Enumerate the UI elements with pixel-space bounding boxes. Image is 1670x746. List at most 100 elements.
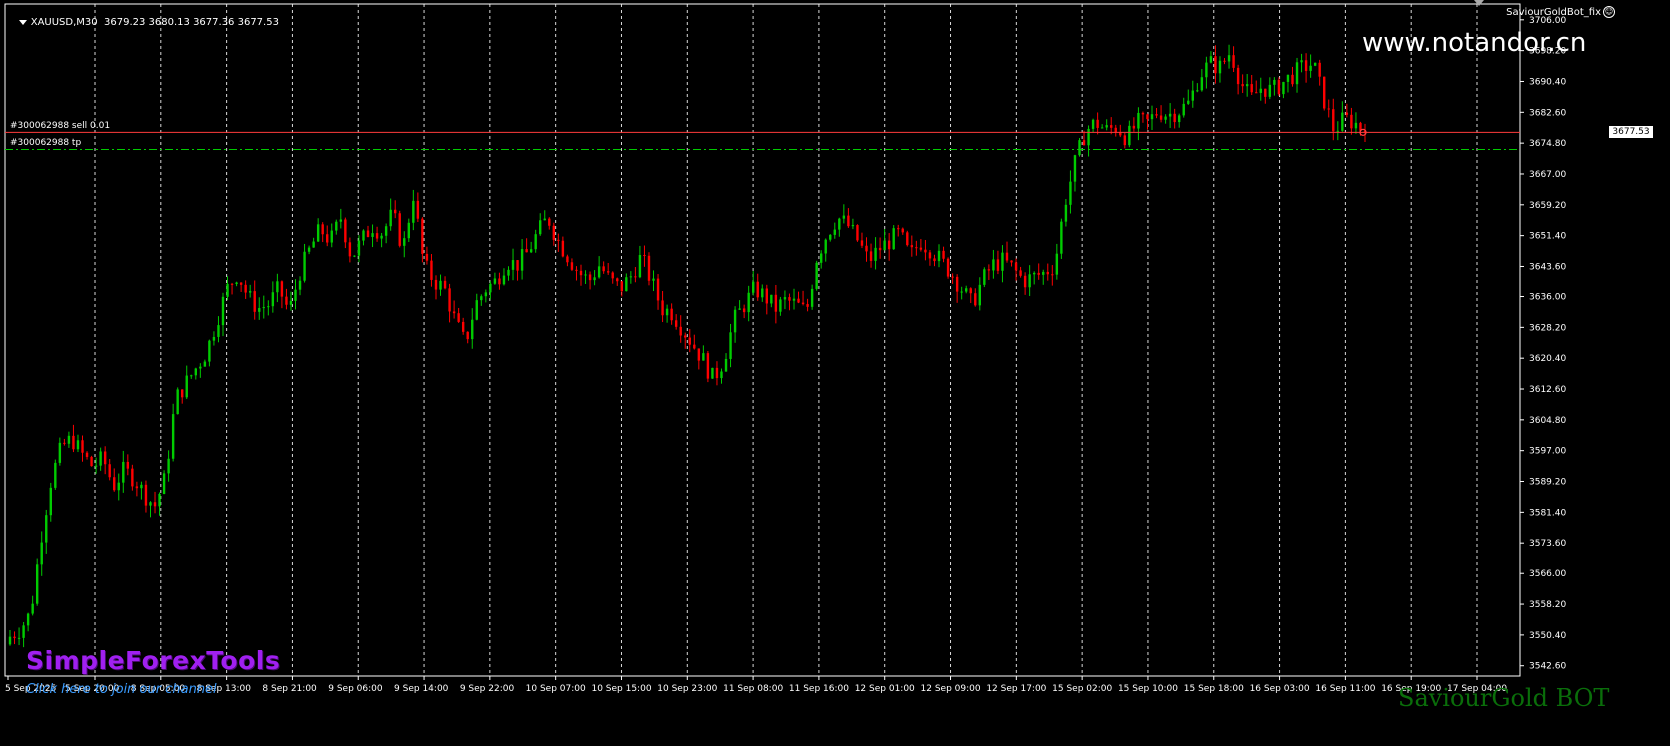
candle-body [72, 435, 75, 450]
candle-body [190, 375, 193, 377]
candle-body [1028, 274, 1031, 288]
candle-body [425, 253, 429, 261]
candle-body [162, 473, 166, 494]
candle-body [58, 442, 62, 463]
candle-body [493, 278, 497, 284]
candle-body [94, 465, 98, 467]
expert-advisor-label[interactable]: SaviourGoldBot_fix ☺ [1506, 6, 1615, 18]
candle-body [489, 283, 492, 293]
candle-body [167, 458, 170, 474]
candle-body [502, 275, 506, 285]
y-tick-label: 3604.80 [1529, 416, 1566, 426]
candle-body [203, 361, 207, 367]
candle-body [1046, 271, 1049, 275]
y-tick-label: 3651.40 [1529, 232, 1566, 242]
chevron-down-icon[interactable] [18, 19, 27, 25]
expert-name: SaviourGoldBot_fix [1506, 7, 1601, 18]
join-channel-link[interactable]: Click here to join our channel [26, 682, 217, 697]
y-tick-label: 3620.40 [1529, 354, 1566, 364]
candle-body [49, 487, 52, 516]
brand-logo-text[interactable]: SimpleForexTools [26, 646, 280, 675]
candle-body [1286, 74, 1290, 82]
candle-body [566, 256, 569, 263]
x-tick-label: 9 Sep 06:00 [328, 684, 383, 694]
candle-body [457, 313, 460, 322]
candle-body [847, 215, 850, 227]
candle-body [588, 274, 592, 281]
candle-body [316, 224, 320, 242]
candle-body [1196, 90, 1199, 92]
candle-body [1350, 114, 1353, 129]
candle-body [344, 219, 347, 243]
candle-body [117, 482, 120, 491]
candle-body [1141, 112, 1145, 115]
candle-body [230, 283, 234, 285]
price-chart[interactable]: 5 Sep 2025 5 Sep 20:00 8 Sep 05:00 8 Sep 13… [0, 0, 1670, 746]
candle-body [289, 300, 293, 305]
candle-body [783, 297, 787, 300]
candle-body [326, 234, 329, 243]
candle-body [665, 308, 669, 316]
candle-body [1241, 84, 1244, 87]
candle-body [792, 298, 796, 301]
candle-body [276, 281, 279, 293]
x-tick-label: 15 Sep 02:00 [1052, 684, 1112, 694]
candle-body [919, 247, 923, 250]
candle-body [1037, 272, 1040, 275]
candle-body [869, 251, 873, 261]
candle-body [516, 260, 519, 271]
x-tick-label: 12 Sep 09:00 [921, 684, 981, 694]
candle-body [1123, 135, 1127, 146]
candle-body [1341, 112, 1344, 131]
candle-body [452, 311, 456, 314]
candle-body [466, 331, 469, 340]
candle-body [810, 288, 814, 307]
y-tick-label: 3573.60 [1529, 539, 1566, 549]
candle-body [797, 298, 800, 303]
candle-body [529, 249, 533, 253]
smiley-icon[interactable]: ☺ [1603, 6, 1615, 18]
candle-body [412, 200, 415, 223]
candle-body [634, 276, 637, 278]
candle-body [1200, 77, 1204, 91]
candle-body [475, 300, 478, 320]
candle-body [697, 348, 701, 361]
candle-body [103, 451, 107, 465]
candle-body [45, 515, 48, 543]
shift-marker-icon[interactable] [1474, 0, 1484, 6]
candle-body [652, 278, 655, 281]
candle-body [756, 281, 759, 298]
chart-window[interactable]: 5 Sep 2025 5 Sep 20:00 8 Sep 05:00 8 Sep 13… [0, 0, 1670, 746]
candle-body [307, 247, 311, 252]
candle-body [856, 225, 859, 241]
tp-order-label[interactable]: #300062988 tp [10, 138, 81, 148]
y-tick-label: 3558.20 [1529, 600, 1566, 610]
x-tick-label: 11 Sep 08:00 [723, 684, 783, 694]
candle-body [974, 293, 977, 306]
candle-body [81, 440, 84, 453]
candle-body [1291, 74, 1294, 85]
candle-body [539, 220, 542, 235]
candle-body [1168, 113, 1172, 117]
candle-body [63, 442, 66, 444]
candle-body [375, 233, 379, 239]
candle-body [484, 292, 488, 297]
candle-body [638, 255, 642, 278]
candle-body [1060, 221, 1063, 254]
candle-body [933, 258, 936, 262]
x-tick-label: 16 Sep 03:00 [1250, 684, 1310, 694]
candle-body [996, 259, 1000, 271]
candle-body [674, 320, 678, 327]
sell-order-label[interactable]: #300062988 sell 0.01 [10, 121, 110, 131]
candle-body [40, 542, 43, 565]
candle-body [226, 283, 229, 297]
candle-body [1273, 79, 1276, 85]
candle-body [54, 462, 57, 488]
candle-body [1078, 140, 1081, 156]
current-price-tag: 3677.53 [1609, 126, 1653, 139]
y-tick-label: 3542.60 [1529, 662, 1566, 672]
candle-body [806, 304, 809, 307]
candle-body [1245, 84, 1249, 87]
candle-body [248, 291, 252, 293]
candle-body [1155, 114, 1158, 116]
